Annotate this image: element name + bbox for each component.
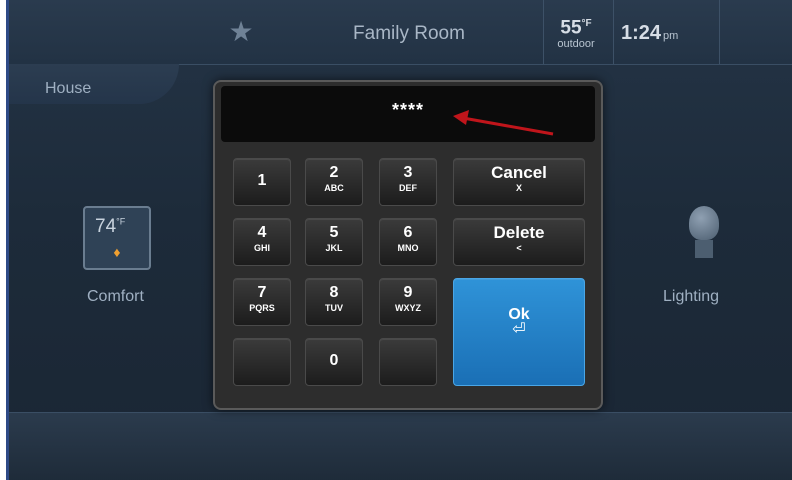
key-9-digit: 9 (403, 284, 413, 301)
key-3[interactable]: 3 DEF (379, 158, 437, 206)
key-7-digit: 7 (257, 284, 267, 301)
key-5[interactable]: 5 JKL (305, 218, 363, 266)
key-8[interactable]: 8 TUV (305, 278, 363, 326)
temperature-label: outdoor (557, 38, 595, 51)
code-display: **** (221, 86, 595, 142)
bulb-glass (689, 206, 719, 240)
comfort-temperature: 74 (95, 216, 117, 237)
divider (543, 0, 544, 64)
clock-ampm: pm (663, 30, 679, 42)
cancel-sublabel: X (515, 183, 522, 193)
comfort-label[interactable]: Comfort (87, 288, 144, 306)
key-3-letters: DEF (399, 183, 417, 193)
delete-sublabel: < (516, 243, 522, 253)
room-title[interactable]: Family Room (309, 0, 509, 64)
delete-label: Delete (493, 223, 545, 242)
divider (613, 0, 614, 64)
lighting-label[interactable]: Lighting (663, 288, 719, 306)
key-4[interactable]: 4 GHI (233, 218, 291, 266)
key-9-letters: WXYZ (395, 303, 421, 313)
key-2-letters: ABC (324, 183, 344, 193)
clock-time: 1:24 (621, 22, 662, 44)
key-4-digit: 4 (257, 224, 267, 241)
temperature-value: 55 (560, 17, 582, 39)
lightbulb-icon[interactable] (681, 206, 725, 270)
key-6-letters: MNO (397, 243, 419, 253)
key-0[interactable]: 0 (305, 338, 363, 386)
top-bar: ★ Family Room 55°F outdoor 1:24 pm (9, 0, 792, 65)
bottom-bar (9, 412, 792, 480)
ok-button[interactable]: Ok ⏎ (453, 278, 585, 386)
cancel-button[interactable]: Cancel X (453, 158, 585, 206)
outdoor-temperature: 55°F outdoor (547, 14, 605, 54)
bulb-base (695, 240, 713, 258)
clock: 1:24 pm (621, 22, 678, 45)
key-2-digit: 2 (329, 164, 339, 181)
delete-button[interactable]: Delete < (453, 218, 585, 266)
thermostat-icon[interactable]: 74°F ♦ (83, 206, 151, 270)
keypad-dialog: **** 1 2 ABC 3 DEF 4 GHI 5 JKL 6 MNO 7 PQRS 8 T… (213, 80, 603, 410)
key-8-digit: 8 (329, 284, 339, 301)
touchscreen: ★ Family Room 55°F outdoor 1:24 pm House … (6, 0, 792, 480)
cancel-label: Cancel (491, 163, 547, 182)
key-2[interactable]: 2 ABC (305, 158, 363, 206)
key-4-letters: GHI (253, 243, 270, 253)
key-3-digit: 3 (403, 164, 413, 181)
key-blank-right[interactable] (379, 338, 437, 386)
enter-icon: ⏎ (512, 321, 526, 338)
key-6-digit: 6 (403, 224, 413, 241)
house-tab[interactable] (9, 64, 179, 104)
temperature-unit: °F (581, 18, 592, 29)
key-5-digit: 5 (329, 224, 339, 241)
annotation-arrow-icon (453, 110, 554, 136)
key-1-digit: 1 (257, 172, 267, 189)
key-9[interactable]: 9 WXYZ (379, 278, 437, 326)
house-label[interactable]: House (45, 80, 91, 98)
star-icon[interactable]: ★ (221, 12, 261, 52)
key-0-digit: 0 (329, 352, 339, 369)
key-8-letters: TUV (325, 303, 343, 313)
divider (719, 0, 720, 64)
key-7-letters: PQRS (249, 303, 275, 313)
key-blank-left[interactable] (233, 338, 291, 386)
key-7[interactable]: 7 PQRS (233, 278, 291, 326)
flame-icon: ♦ (113, 244, 121, 260)
key-6[interactable]: 6 MNO (379, 218, 437, 266)
key-5-letters: JKL (325, 243, 343, 253)
key-1[interactable]: 1 (233, 158, 291, 206)
comfort-unit: °F (116, 216, 126, 227)
